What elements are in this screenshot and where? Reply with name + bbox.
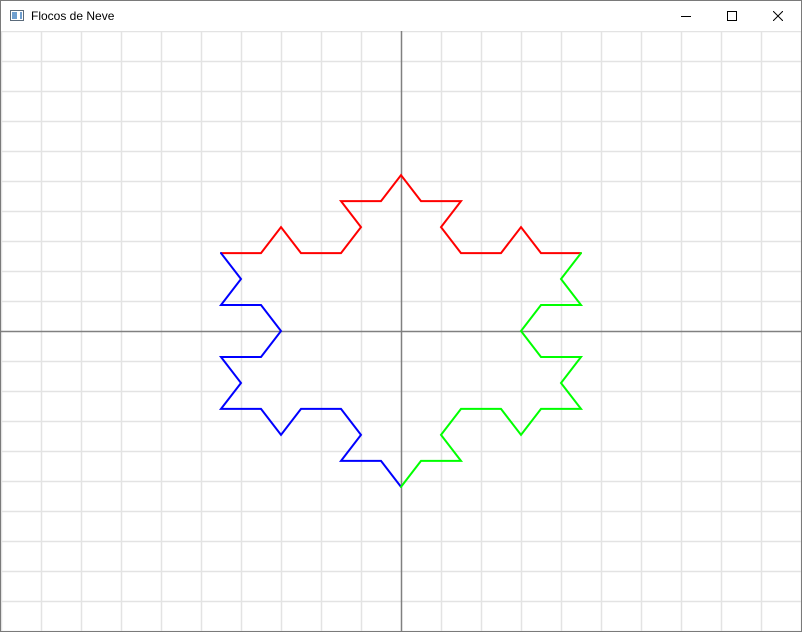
close-button[interactable] bbox=[755, 1, 801, 31]
title-bar[interactable]: Flocos de Neve bbox=[1, 1, 801, 31]
minimize-button[interactable] bbox=[663, 1, 709, 31]
close-icon bbox=[773, 11, 783, 21]
window-title: Flocos de Neve bbox=[31, 9, 115, 23]
drawing-canvas[interactable] bbox=[1, 31, 801, 631]
minimize-icon bbox=[681, 16, 691, 17]
app-window: Flocos de Neve bbox=[0, 0, 802, 632]
snowflake-plot bbox=[1, 31, 801, 631]
maximize-button[interactable] bbox=[709, 1, 755, 31]
maximize-icon bbox=[727, 11, 737, 21]
app-window-icon[interactable] bbox=[10, 10, 24, 21]
